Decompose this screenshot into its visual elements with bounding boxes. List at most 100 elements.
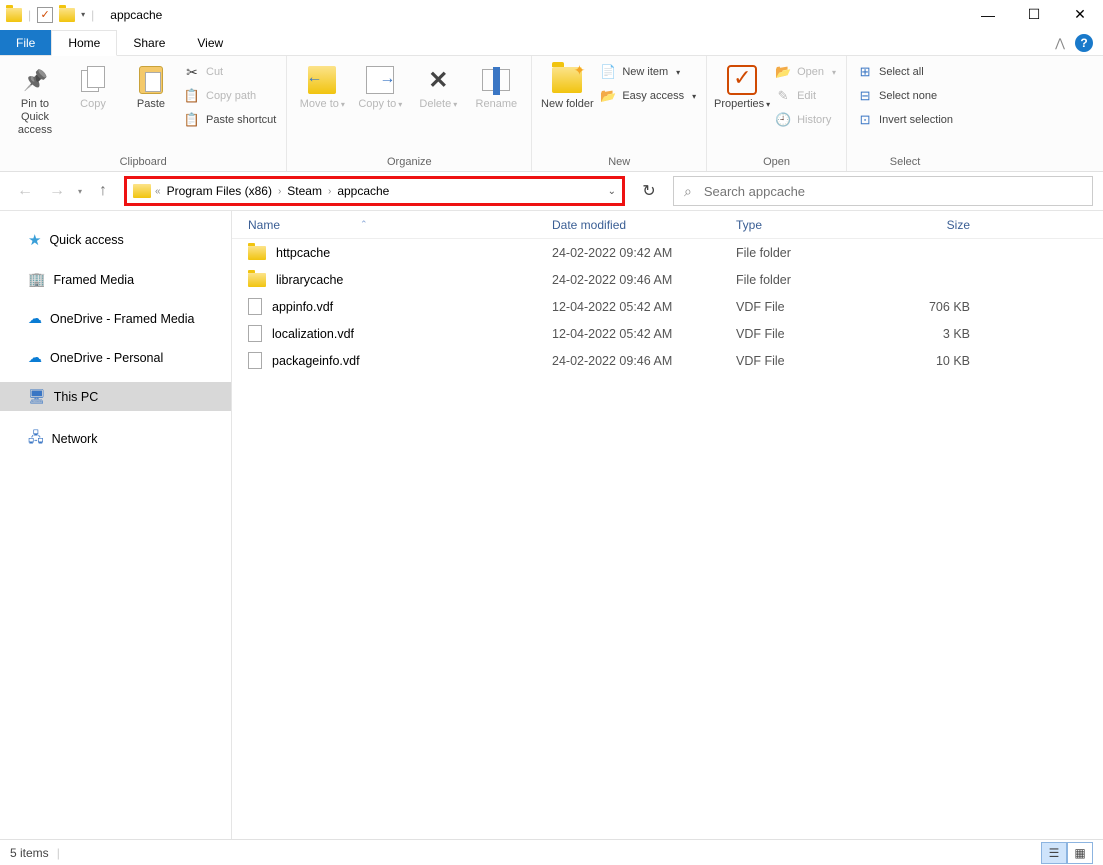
file-list-pane: Name⌃ Date modified Type Size httpcache … <box>232 211 1103 839</box>
cloud-icon: ☁ <box>28 310 42 327</box>
open-button[interactable]: Open▾ <box>771 62 840 82</box>
nav-onedrive-framed[interactable]: ☁OneDrive - Framed Media <box>0 304 231 333</box>
rename-icon <box>482 69 510 91</box>
close-button[interactable]: ✕ <box>1057 0 1103 30</box>
tab-file[interactable]: File <box>0 30 51 55</box>
new-item-button[interactable]: New item▾ <box>596 62 700 82</box>
tab-view[interactable]: View <box>181 30 239 55</box>
history-icon <box>775 112 791 128</box>
nav-forward-button[interactable]: → <box>46 180 68 202</box>
list-item[interactable]: localization.vdf 12-04-2022 05:42 AM VDF… <box>232 320 1103 347</box>
file-date: 12-04-2022 05:42 AM <box>552 300 736 314</box>
app-folder-icon <box>6 8 22 22</box>
chevron-right-icon[interactable]: › <box>328 186 331 197</box>
navigation-row: ← → ▾ ↑ « Program Files (x86) › Steam › … <box>0 172 1103 210</box>
open-label: Open <box>797 66 824 78</box>
star-icon: ★ <box>28 231 41 249</box>
breadcrumb-segment[interactable]: Steam <box>285 184 324 198</box>
file-size: 10 KB <box>884 354 980 368</box>
qat-dropdown-icon[interactable]: ▾ <box>81 10 85 19</box>
nav-label: This PC <box>54 390 98 404</box>
rename-label: Rename <box>476 98 518 111</box>
search-input[interactable] <box>704 184 1082 199</box>
help-icon[interactable]: ? <box>1075 34 1093 52</box>
column-type-header[interactable]: Type <box>736 218 884 232</box>
tab-share[interactable]: Share <box>117 30 181 55</box>
move-to-button[interactable]: Move to▾ <box>293 60 351 111</box>
cloud-icon: ☁ <box>28 349 42 366</box>
rename-button[interactable]: Rename <box>467 60 525 111</box>
ribbon-tabs: File Home Share View ⋀ ? <box>0 30 1103 56</box>
column-date-header[interactable]: Date modified <box>552 218 736 232</box>
new-folder-icon <box>552 67 582 93</box>
new-folder-label: New folder <box>541 98 594 111</box>
file-date: 24-02-2022 09:46 AM <box>552 354 736 368</box>
copy-button[interactable]: Copy <box>64 60 122 111</box>
list-item[interactable]: packageinfo.vdf 24-02-2022 09:46 AM VDF … <box>232 347 1103 374</box>
nav-up-button[interactable]: ↑ <box>92 180 114 202</box>
copy-path-button[interactable]: Copy path <box>180 86 280 106</box>
paste-button[interactable]: Paste <box>122 60 180 111</box>
breadcrumb-segment[interactable]: appcache <box>335 184 391 198</box>
address-bar[interactable]: « Program Files (x86) › Steam › appcache… <box>124 176 625 206</box>
qat-properties-icon[interactable]: ✓ <box>37 7 53 23</box>
chevron-right-icon[interactable]: › <box>278 186 281 197</box>
list-item[interactable]: appinfo.vdf 12-04-2022 05:42 AM VDF File… <box>232 293 1103 320</box>
nav-this-pc[interactable]: 🖥This PC <box>0 382 231 411</box>
refresh-button[interactable]: ↻ <box>635 177 663 205</box>
select-none-button[interactable]: Select none <box>853 86 957 106</box>
edit-label: Edit <box>797 90 816 102</box>
nav-label: Quick access <box>49 233 123 247</box>
new-folder-button[interactable]: New folder <box>538 60 596 111</box>
address-overflow-icon[interactable]: « <box>155 186 161 197</box>
invert-selection-icon <box>857 112 873 128</box>
edit-button[interactable]: Edit <box>771 86 840 106</box>
delete-button[interactable]: Delete▾ <box>409 60 467 111</box>
qat-separator: | <box>28 8 31 22</box>
list-item[interactable]: httpcache 24-02-2022 09:42 AM File folde… <box>232 239 1103 266</box>
select-all-button[interactable]: Select all <box>853 62 957 82</box>
properties-button[interactable]: Properties▾ <box>713 60 771 111</box>
nav-label: OneDrive - Personal <box>50 351 163 365</box>
nav-quick-access[interactable]: ★ Quick access <box>0 225 231 255</box>
select-none-icon <box>857 88 873 104</box>
address-dropdown-icon[interactable]: ⌄ <box>608 186 616 197</box>
column-size-header[interactable]: Size <box>884 218 980 232</box>
maximize-button[interactable]: ☐ <box>1011 0 1057 30</box>
ribbon-collapse-icon[interactable]: ⋀ <box>1055 36 1065 50</box>
group-label-organize: Organize <box>287 156 531 171</box>
new-item-label: New item <box>622 66 668 78</box>
folder-icon <box>248 246 266 260</box>
nav-framed-media[interactable]: 🏢Framed Media <box>0 265 231 294</box>
nav-onedrive-personal[interactable]: ☁ OneDrive - Personal <box>0 343 231 372</box>
file-icon <box>248 298 262 315</box>
history-label: History <box>797 114 831 126</box>
file-name: packageinfo.vdf <box>272 354 360 368</box>
column-name-header[interactable]: Name⌃ <box>232 218 552 232</box>
breadcrumb-segment[interactable]: Program Files (x86) <box>165 184 274 198</box>
easy-access-button[interactable]: Easy access▾ <box>596 86 700 106</box>
pin-to-quick-access-button[interactable]: Pin to Quick access <box>6 60 64 137</box>
select-none-label: Select none <box>879 90 937 102</box>
cut-button[interactable]: Cut <box>180 62 280 82</box>
tab-home[interactable]: Home <box>51 30 117 56</box>
nav-network[interactable]: 🖧Network <box>0 421 231 457</box>
ribbon-group-select: Select all Select none Invert selection … <box>847 56 963 171</box>
list-item[interactable]: librarycache 24-02-2022 09:46 AM File fo… <box>232 266 1103 293</box>
history-button[interactable]: History <box>771 110 840 130</box>
file-name: librarycache <box>276 273 343 287</box>
nav-back-button[interactable]: ← <box>14 180 36 202</box>
qat-separator: | <box>91 8 94 22</box>
paste-shortcut-button[interactable]: Paste shortcut <box>180 110 280 130</box>
nav-history-dropdown[interactable]: ▾ <box>78 187 82 196</box>
view-details-button[interactable]: ☰ <box>1041 842 1067 864</box>
invert-selection-button[interactable]: Invert selection <box>853 110 957 130</box>
qat-folder-icon[interactable] <box>59 8 75 22</box>
view-thumbnails-button[interactable]: ▦ <box>1067 842 1093 864</box>
file-size: 3 KB <box>884 327 980 341</box>
navigation-pane: ★Quick access 🏢Framed Media ☁OneDrive - … <box>0 211 232 839</box>
minimize-button[interactable]: — <box>965 0 1011 30</box>
move-to-icon <box>308 66 336 94</box>
search-box[interactable]: ⌕ <box>673 176 1093 206</box>
copy-to-button[interactable]: Copy to▾ <box>351 60 409 111</box>
